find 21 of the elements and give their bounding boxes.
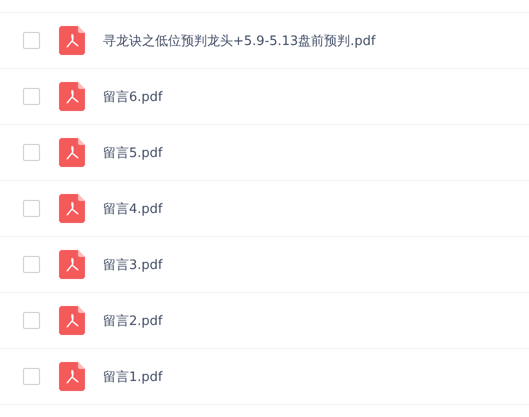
pdf-file-icon [59, 138, 85, 167]
file-name[interactable]: 留言2.pdf [103, 312, 162, 330]
pdf-file-icon [59, 82, 85, 111]
checkbox[interactable] [23, 32, 40, 49]
file-name[interactable]: 留言1.pdf [103, 368, 162, 386]
pdf-file-icon [59, 250, 85, 279]
pdf-file-icon [59, 362, 85, 391]
file-name[interactable]: 留言5.pdf [103, 144, 162, 162]
checkbox[interactable] [23, 200, 40, 217]
pdf-file-icon [59, 194, 85, 223]
file-name[interactable]: 寻龙诀之低位预判龙头+5.9-5.13盘前预判.pdf [103, 32, 376, 50]
checkbox[interactable] [23, 368, 40, 385]
pdf-file-icon [59, 306, 85, 335]
file-name[interactable]: 留言3.pdf [103, 256, 162, 274]
checkbox[interactable] [23, 256, 40, 273]
pdf-file-icon [59, 26, 85, 55]
checkbox[interactable] [23, 88, 40, 105]
checkbox[interactable] [23, 144, 40, 161]
file-name[interactable]: 留言4.pdf [103, 200, 162, 218]
file-name[interactable]: 留言6.pdf [103, 88, 162, 106]
checkbox[interactable] [23, 312, 40, 329]
